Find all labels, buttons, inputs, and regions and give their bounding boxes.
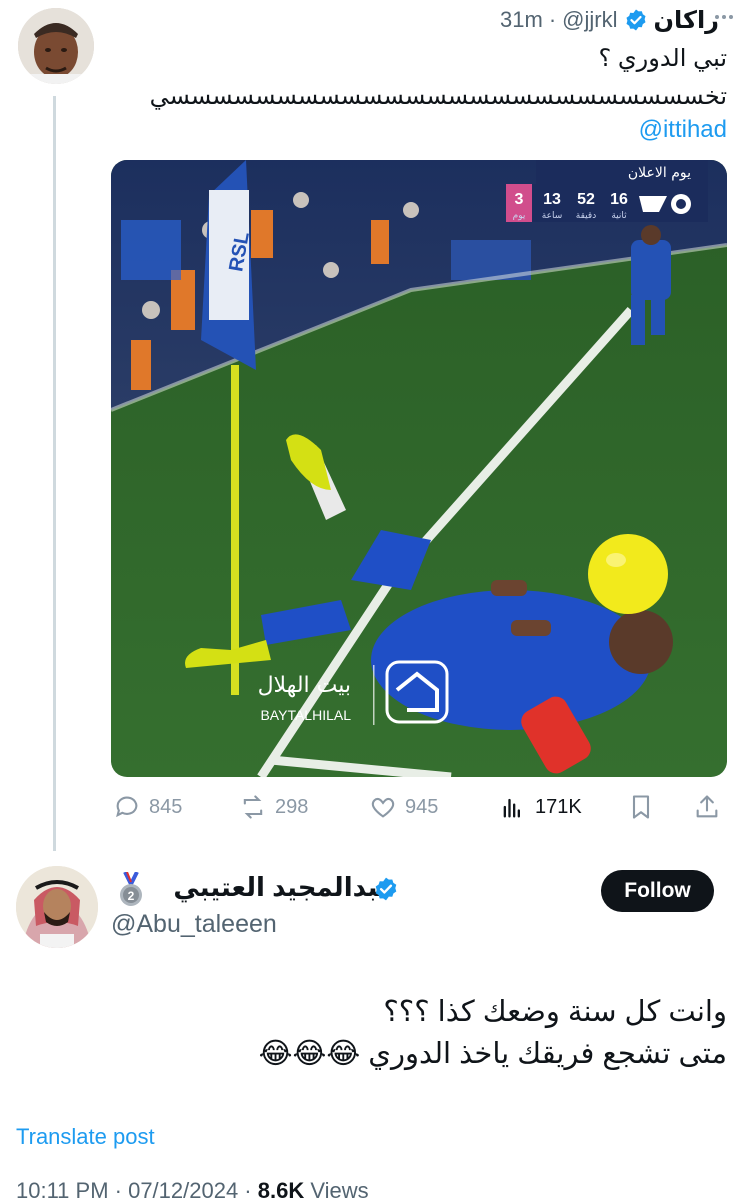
- reply-user-handle[interactable]: @Abu_taleeen: [111, 910, 277, 939]
- bookmark-button[interactable]: [627, 790, 655, 824]
- reply-text-line-2: متى تشجع فريقك ياخذ الدوري 😂😂😂: [258, 1038, 727, 1070]
- score-label-hours: ساعة: [542, 211, 562, 221]
- tweet-text-line-2: تخسسسسسسسسسسسسسسسسسسسسسسسسسي: [149, 83, 727, 110]
- reply-button[interactable]: 845: [113, 790, 182, 824]
- repost-icon: [243, 795, 263, 819]
- avatar[interactable]: [18, 8, 94, 84]
- scoreboard-title: يوم الاعلان: [628, 165, 691, 181]
- score-seconds: 16: [610, 191, 628, 208]
- medal-badge-icon: 2: [117, 871, 145, 908]
- like-button[interactable]: 945: [369, 790, 438, 824]
- separator: ·: [548, 7, 557, 32]
- reply-count: 845: [149, 795, 183, 818]
- quoted-tweet-header: 31m · @jjrkl راكان: [500, 6, 719, 34]
- repost-count: 298: [275, 795, 309, 818]
- reply-avatar[interactable]: [16, 866, 98, 948]
- mention-link[interactable]: @ittihad: [639, 116, 727, 144]
- medal-number: 2: [128, 889, 135, 903]
- repost-button[interactable]: 298: [239, 790, 308, 824]
- football-photo: RSL يوم الاعلان 16 52 13 3 ثانية دقيقة س…: [111, 160, 727, 777]
- watermark-english: BAYTALHILAL: [260, 707, 351, 723]
- share-button[interactable]: [693, 790, 721, 824]
- share-icon: [696, 795, 718, 818]
- views-label: Views: [304, 1178, 369, 1203]
- tweet-media-image[interactable]: RSL يوم الاعلان 16 52 13 3 ثانية دقيقة س…: [111, 160, 727, 777]
- score-label-seconds: ثانية: [611, 211, 627, 221]
- tweet-text-line-1: تبي الدوري ؟: [598, 45, 727, 72]
- score-minutes: 52: [577, 191, 595, 208]
- reply-text-line-1: وانت كل سنة وضعك كذا ؟؟؟: [383, 996, 727, 1028]
- post-metadata: 10:11 PM · 07/12/2024 · 8.6K Views: [16, 1178, 369, 1204]
- score-hours: 13: [543, 191, 561, 208]
- verified-badge-icon: [375, 877, 397, 901]
- verified-badge-icon: [626, 9, 645, 31]
- reply-avatar-image: [16, 866, 98, 948]
- like-icon: [371, 797, 395, 818]
- views-count: 8.6K: [257, 1178, 305, 1203]
- timestamp[interactable]: 10:11 PM · 07/12/2024 ·: [16, 1178, 258, 1203]
- translate-post-link[interactable]: Translate post: [16, 1124, 155, 1150]
- views-count: 171K: [535, 795, 582, 818]
- tweet-action-bar: 845 298 945 171K: [111, 790, 727, 824]
- bookmark-icon: [632, 795, 650, 819]
- display-name[interactable]: راكان: [654, 6, 720, 35]
- user-handle[interactable]: @jjrkl: [562, 7, 617, 33]
- time[interactable]: 31m: [500, 7, 543, 33]
- reply-display-name[interactable]: عبدالمجيد العتيبي: [173, 872, 396, 903]
- avatar-image: [18, 8, 94, 84]
- more-icon[interactable]: [713, 10, 735, 24]
- follow-button[interactable]: Follow: [601, 870, 714, 912]
- reply-icon: [116, 796, 138, 818]
- thread-connector-line: [53, 96, 56, 851]
- watermark-arabic: بيت الهلال: [258, 673, 351, 698]
- views-icon: [503, 798, 520, 818]
- like-count: 945: [405, 795, 439, 818]
- views-button[interactable]: 171K: [499, 790, 582, 824]
- score-label-days: يوم: [513, 211, 526, 221]
- score-label-minutes: دقيقة: [576, 211, 596, 221]
- score-days: 3: [515, 191, 524, 208]
